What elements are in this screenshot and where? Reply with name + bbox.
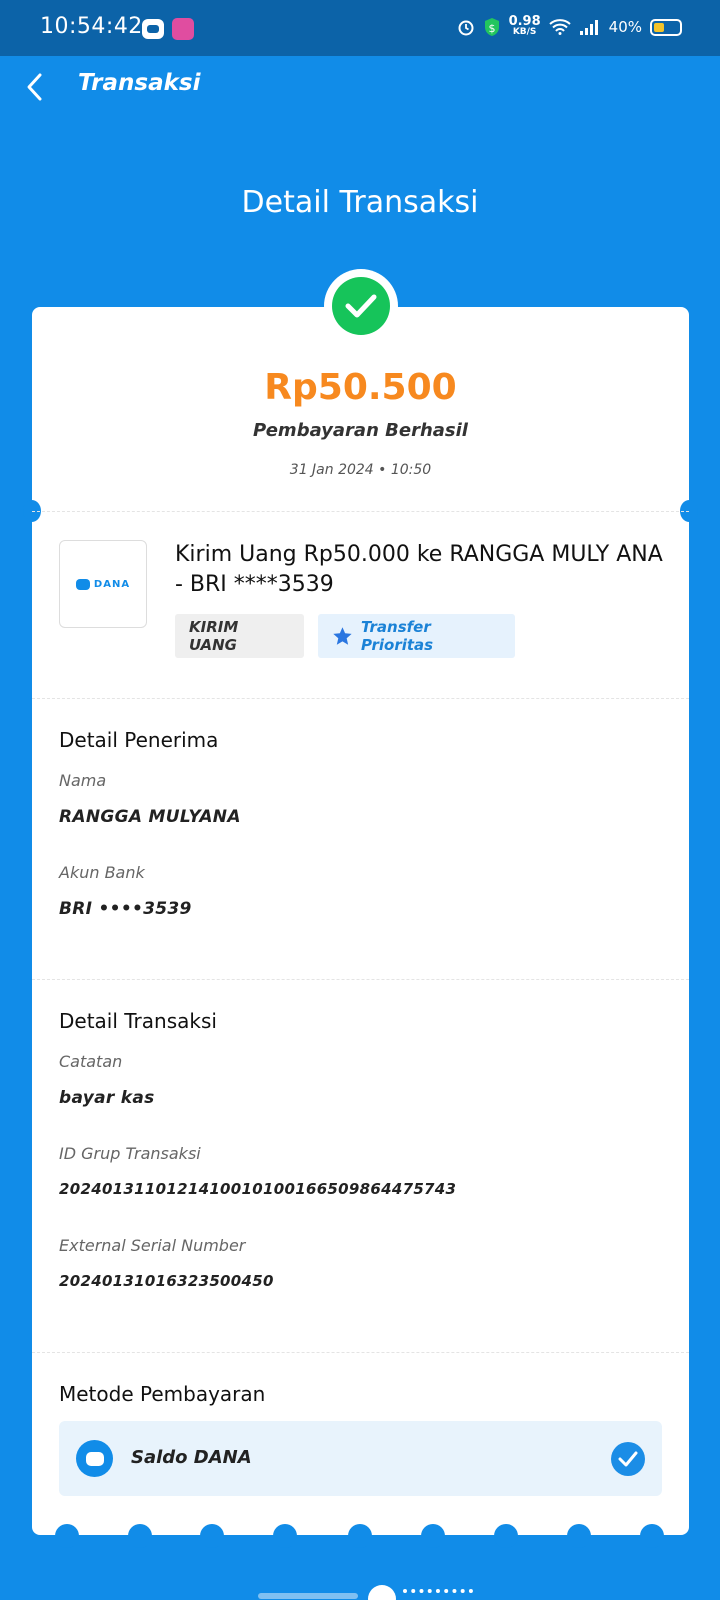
back-button[interactable] — [24, 72, 50, 102]
battery-icon — [650, 18, 682, 36]
note-value: bayar kas — [59, 1088, 155, 1108]
group-id-label: ID Grup Transaksi — [59, 1144, 201, 1163]
receipt-card: Rp50.500 Pembayaran Berhasil 31 Jan 2024… — [23, 307, 698, 1548]
transaction-status: Pembayaran Berhasil — [253, 420, 468, 441]
scallop — [640, 1524, 664, 1548]
check-icon — [332, 277, 390, 335]
dana-logo-icon — [75, 578, 90, 590]
transaction-amount: Rp50.500 — [264, 367, 457, 408]
recipient-section-title: Detail Penerima — [59, 728, 219, 752]
scallop — [273, 1524, 297, 1548]
serial-number-label: External Serial Number — [59, 1236, 246, 1255]
transaction-description: Kirim Uang Rp50.000 ke RANGGA MULY ANA -… — [175, 542, 663, 597]
svg-text:$: $ — [488, 22, 495, 35]
divider — [32, 979, 689, 980]
payment-section-title: Metode Pembayaran — [59, 1382, 266, 1406]
scallop — [494, 1524, 518, 1548]
footer-branding — [248, 1585, 478, 1600]
payment-method-row[interactable]: Saldo DANA — [59, 1421, 662, 1496]
receipt-scallop-edge — [32, 1524, 689, 1548]
transaction-datetime: 31 Jan 2024 • 10:50 — [289, 462, 432, 478]
success-badge — [324, 269, 398, 343]
star-icon — [333, 627, 352, 645]
merchant-logo-text: DANA — [93, 578, 131, 590]
status-time: 10:54:42 — [40, 14, 143, 39]
status-icons: $ 0.98 KB/S 40% — [457, 14, 682, 38]
transaction-section-title: Detail Transaksi — [59, 1009, 217, 1033]
recipient-name-value: RANGGA MULYANA — [59, 807, 241, 827]
group-id-value: 2024013110121410010100166509864475743 — [59, 1180, 457, 1198]
chevron-left-icon — [27, 73, 42, 101]
scallop — [421, 1524, 445, 1548]
wifi-icon — [548, 19, 571, 35]
recipient-name-label: Nama — [59, 771, 107, 790]
scallop — [567, 1524, 591, 1548]
battery-percent: 40% — [608, 18, 642, 36]
dana-notification-icon — [142, 19, 164, 39]
dana-footer-logo-icon — [368, 1585, 396, 1600]
category-tag: KIRIM UANG — [175, 614, 304, 658]
alarm-icon — [458, 20, 474, 36]
shield-dollar-icon: $ — [484, 18, 499, 36]
priority-tag: Transfer Prioritas — [318, 614, 515, 658]
payment-method-label: Saldo DANA — [131, 1447, 252, 1468]
note-label: Catatan — [59, 1052, 123, 1071]
bank-account-value: BRI ••••3539 — [59, 899, 192, 919]
divider — [32, 698, 689, 699]
bank-account-label: Akun Bank — [59, 863, 145, 882]
app-bar-title: Transaksi — [78, 70, 201, 96]
scallop — [200, 1524, 224, 1548]
signal-icon — [579, 20, 598, 35]
network-speed: 0.98 KB/S — [508, 14, 541, 37]
page-title: Detail Transaksi — [241, 185, 479, 220]
footer-bar — [258, 1593, 358, 1599]
serial-number-value: 20240131016323500450 — [59, 1272, 274, 1290]
scallop — [348, 1524, 372, 1548]
merchant-logo: DANA — [59, 540, 147, 628]
divider — [32, 511, 689, 512]
footer-dots — [403, 1589, 473, 1599]
selected-check-icon — [611, 1442, 645, 1476]
priority-tag-label: Transfer Prioritas — [360, 618, 434, 654]
dana-wallet-icon — [76, 1440, 113, 1477]
app-bar: Transaksi — [0, 56, 720, 116]
scallop — [55, 1524, 79, 1548]
app-notification-icon — [172, 18, 194, 40]
status-bar: 10:54:42 $ 0.98 KB/S 40% — [0, 0, 720, 56]
scallop — [128, 1524, 152, 1548]
divider — [32, 1352, 689, 1353]
